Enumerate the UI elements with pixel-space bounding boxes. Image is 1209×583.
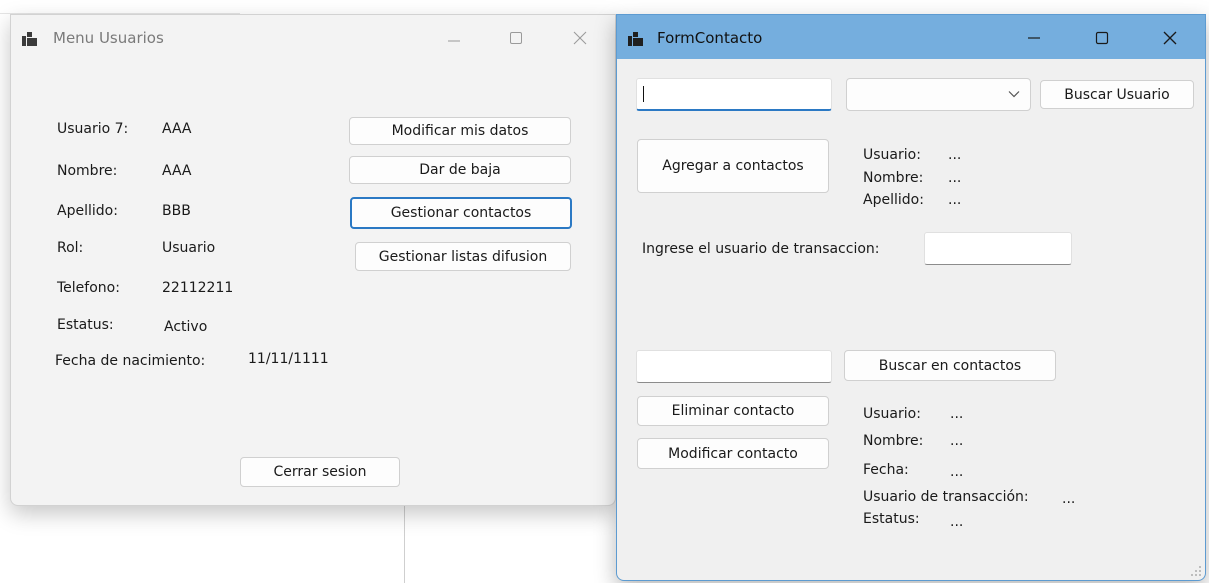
telefono-label: Telefono: <box>57 280 120 296</box>
chevron-down-icon <box>1008 91 1020 98</box>
minimize-icon <box>448 40 460 42</box>
estatus-label: Estatus: <box>57 317 114 333</box>
maximize-button[interactable] <box>493 15 539 59</box>
gestionar-listas-button[interactable]: Gestionar listas difusion <box>355 242 571 271</box>
cerrar-sesion-button[interactable]: Cerrar sesion <box>240 457 400 487</box>
contact-usuario-transaccion-label: Usuario de transacción: <box>863 489 1029 505</box>
buscar-contactos-input[interactable] <box>636 350 832 383</box>
contact-fecha-value: ... <box>950 464 964 480</box>
transaccion-prompt-label: Ingrese el usuario de transaccion: <box>642 241 880 257</box>
buscar-en-contactos-button[interactable]: Buscar en contactos <box>844 350 1056 381</box>
agregar-contactos-button[interactable]: Agregar a contactos <box>637 139 829 193</box>
minimize-icon <box>1028 37 1040 39</box>
window-title: Menu Usuarios <box>53 29 164 47</box>
maximize-icon <box>1095 31 1109 45</box>
menu-usuarios-titlebar[interactable]: Menu Usuarios <box>11 15 615 59</box>
minimize-button[interactable] <box>1011 15 1057 59</box>
found-nombre-label: Nombre: <box>863 170 924 186</box>
contact-nombre-value: ... <box>950 433 964 449</box>
usuario-label: Usuario 7: <box>57 121 129 137</box>
fecha-nacimiento-label: Fecha de nacimiento: <box>55 353 206 369</box>
background-divider-vertical <box>404 505 405 583</box>
found-nombre-value: ... <box>948 170 962 186</box>
usuario-transaccion-input[interactable] <box>924 232 1072 265</box>
gestionar-contactos-button[interactable]: Gestionar contactos <box>350 197 572 229</box>
contact-nombre-label: Nombre: <box>863 433 924 449</box>
menu-usuarios-window: Menu Usuarios Usuario 7: AAA Nombre: AAA… <box>10 14 616 506</box>
apellido-value: BBB <box>162 203 191 219</box>
rol-value: Usuario <box>162 240 216 256</box>
maximize-icon <box>510 32 522 44</box>
close-button[interactable] <box>557 15 603 59</box>
rol-label: Rol: <box>57 240 84 256</box>
contact-estatus-label: Estatus: <box>863 511 920 527</box>
modificar-contacto-button[interactable]: Modificar contacto <box>637 438 829 469</box>
minimize-button[interactable] <box>431 15 477 59</box>
maximize-button[interactable] <box>1079 15 1125 59</box>
app-window-icon <box>628 32 644 46</box>
found-usuario-value: ... <box>948 147 962 163</box>
form-contacto-titlebar[interactable]: FormContacto <box>617 15 1205 59</box>
usuario-combobox[interactable] <box>846 78 1031 111</box>
contact-usuario-value: ... <box>950 406 964 422</box>
window-title: FormContacto <box>657 29 763 47</box>
buscar-usuario-input[interactable] <box>636 78 832 111</box>
modificar-datos-button[interactable]: Modificar mis datos <box>349 117 571 145</box>
estatus-value: Activo <box>164 319 208 335</box>
contact-fecha-label: Fecha: <box>863 462 909 478</box>
nombre-value: AAA <box>162 163 192 179</box>
eliminar-contacto-button[interactable]: Eliminar contacto <box>637 396 829 426</box>
contact-estatus-value: ... <box>950 514 964 530</box>
close-icon <box>573 31 587 45</box>
buscar-usuario-button[interactable]: Buscar Usuario <box>1040 80 1194 109</box>
found-apellido-label: Apellido: <box>863 192 924 208</box>
nombre-label: Nombre: <box>57 163 118 179</box>
close-button[interactable] <box>1147 15 1193 59</box>
contact-usuario-label: Usuario: <box>863 406 921 422</box>
contact-usuario-transaccion-value: ... <box>1062 491 1076 507</box>
form-contacto-window: FormContacto Buscar Usuario Agregar a co… <box>616 14 1206 581</box>
usuario-value: AAA <box>162 121 192 137</box>
app-window-icon <box>22 32 38 46</box>
fecha-nacimiento-value: 11/11/1111 <box>248 351 329 367</box>
close-icon <box>1163 31 1177 45</box>
telefono-value: 22112211 <box>162 280 234 296</box>
resize-grip-icon[interactable] <box>1191 566 1201 576</box>
dar-de-baja-button[interactable]: Dar de baja <box>349 156 571 184</box>
found-apellido-value: ... <box>948 192 962 208</box>
found-usuario-label: Usuario: <box>863 147 921 163</box>
background-window-edge <box>0 0 240 14</box>
apellido-label: Apellido: <box>57 203 118 219</box>
text-caret <box>643 86 644 102</box>
